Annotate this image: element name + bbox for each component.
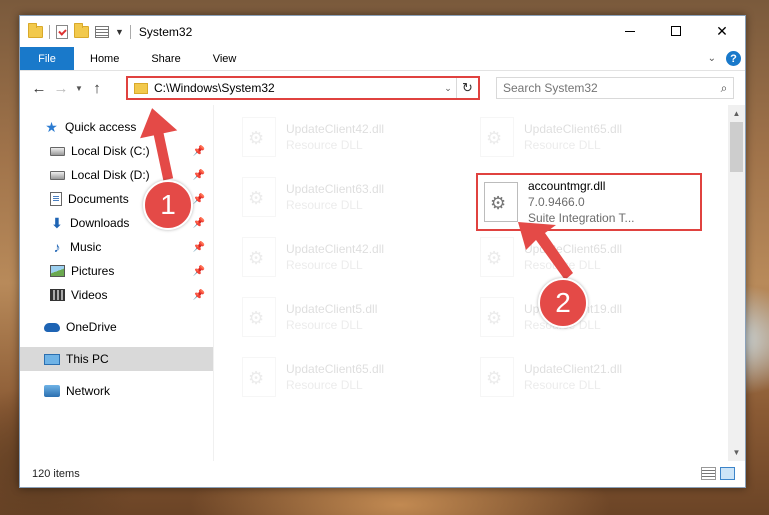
callout-badge-1: 1: [143, 180, 193, 230]
arrow-1-icon: [140, 108, 178, 181]
callout-badge-2: 2: [538, 278, 588, 328]
arrow-2-icon: [518, 222, 573, 280]
annotation-arrows: [140, 108, 573, 280]
